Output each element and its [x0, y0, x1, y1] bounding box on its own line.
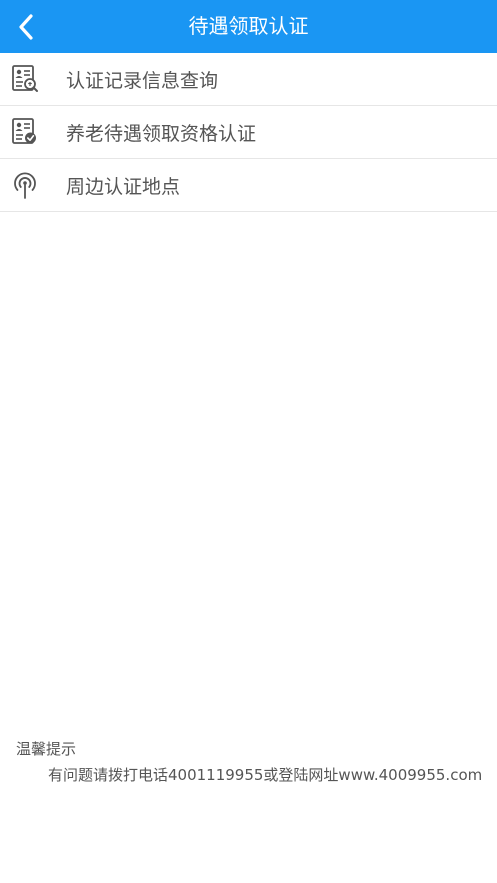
menu-item-record-query[interactable]: 认证记录信息查询 [0, 53, 497, 106]
menu-item-label: 周边认证地点 [66, 175, 181, 198]
tips-body: 有问题请拨打电话4001119955或登陆网址www.4009955.com [48, 766, 483, 784]
tips-section: 温馨提示 有问题请拨打电话4001119955或登陆网址www.4009955.… [16, 737, 486, 788]
back-button[interactable] [0, 0, 52, 53]
menu-list: 认证记录信息查询 养老待遇领取资格认证 周边认证地点 [0, 53, 497, 212]
page: 待遇领取认证 认证记录信息查询 养老待遇领取资格认证 周边认证地点 温馨提示 有… [0, 0, 497, 883]
signal-location-icon [11, 170, 39, 200]
tips-title: 温馨提示 [16, 740, 77, 758]
id-card-check-icon [11, 117, 39, 147]
header-bar: 待遇领取认证 [0, 0, 497, 53]
menu-item-label: 养老待遇领取资格认证 [66, 122, 257, 145]
page-title: 待遇领取认证 [188, 14, 309, 38]
menu-item-nearby-locations[interactable]: 周边认证地点 [0, 159, 497, 212]
chevron-left-icon [19, 13, 33, 40]
menu-item-label: 认证记录信息查询 [66, 69, 219, 92]
menu-item-pension-certification[interactable]: 养老待遇领取资格认证 [0, 106, 497, 159]
id-card-search-icon [11, 64, 39, 94]
